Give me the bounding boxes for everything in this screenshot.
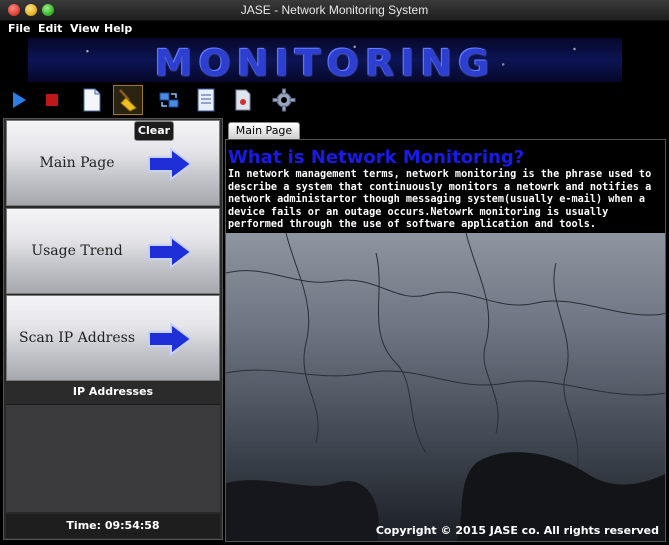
window-title: JASE - Network Monitoring System — [240, 3, 429, 17]
new-document-button[interactable] — [77, 85, 107, 115]
stop-button[interactable] — [37, 85, 67, 115]
arrow-right-icon — [148, 147, 193, 181]
network-transfer-button[interactable] — [154, 85, 184, 115]
banner-image: MONITORING — [28, 38, 622, 82]
arrow-right-icon — [148, 235, 193, 269]
ip-addresses-header: IP Addresses — [6, 382, 220, 402]
report-button[interactable] — [191, 85, 221, 115]
menu-file[interactable]: File — [8, 22, 31, 35]
tab-main-page[interactable]: Main Page — [228, 122, 300, 139]
banner-logo-text: MONITORING — [154, 42, 496, 82]
map-outline — [226, 232, 665, 541]
title-bar: JASE - Network Monitoring System — [0, 0, 669, 21]
clear-tooltip: Clear — [134, 121, 174, 141]
ip-address-list[interactable] — [6, 404, 220, 512]
sidebar: Main Page Usage Trend Scan IP Address IP… — [3, 118, 223, 540]
broom-icon — [119, 89, 137, 112]
menu-view[interactable]: View — [70, 22, 100, 35]
usage-trend-button[interactable]: Usage Trend — [6, 208, 220, 294]
page-title: What is Network Monitoring? — [228, 147, 525, 168]
nav-label: Main Page — [39, 155, 115, 171]
clock-label: Time: 09:54:58 — [6, 514, 220, 538]
menu-help[interactable]: Help — [104, 22, 132, 35]
toolbar — [0, 82, 669, 118]
play-icon — [13, 92, 26, 108]
menu-bar: File Edit View Help — [0, 21, 669, 38]
main-content: What is Network Monitoring? In network m… — [225, 139, 666, 542]
gear-icon — [272, 88, 296, 112]
clear-button[interactable] — [113, 85, 143, 115]
export-icon — [235, 89, 251, 111]
copyright-notice: Copyright © 2015 JASE co. All rights res… — [375, 524, 659, 537]
network-transfer-icon — [159, 92, 179, 108]
menu-edit[interactable]: Edit — [38, 22, 62, 35]
export-button[interactable] — [228, 85, 258, 115]
settings-button[interactable] — [269, 85, 299, 115]
stop-icon — [46, 94, 58, 106]
nav-label: Scan IP Address — [18, 330, 136, 346]
banner: MONITORING — [0, 38, 669, 82]
arrow-right-icon — [148, 322, 193, 356]
main-page-button[interactable]: Main Page — [6, 120, 220, 206]
scan-ip-address-button[interactable]: Scan IP Address — [6, 295, 220, 381]
description-text: In network management terms, network mon… — [228, 169, 652, 231]
nav-label: Usage Trend — [31, 243, 123, 259]
europe-map-image — [226, 232, 665, 541]
play-button[interactable] — [4, 85, 34, 115]
new-document-icon — [83, 88, 101, 112]
report-icon — [197, 88, 215, 112]
